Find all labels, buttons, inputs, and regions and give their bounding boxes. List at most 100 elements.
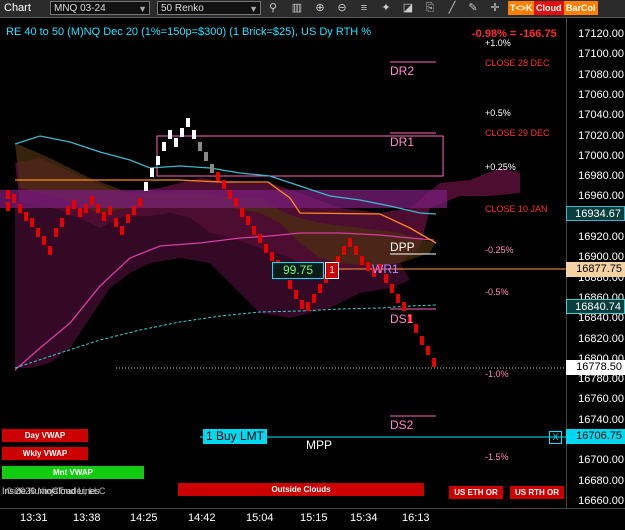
dpp-label: DPP (390, 240, 415, 254)
measure-value-box[interactable]: 99.75 (272, 262, 324, 279)
renko-brick (186, 118, 190, 127)
renko-brick (78, 208, 82, 217)
renko-brick (264, 244, 268, 253)
strategies-icon[interactable]: ✦ (379, 1, 393, 15)
draw-icon[interactable]: ✎ (466, 1, 480, 15)
pin-icon[interactable]: ╱ (445, 1, 459, 15)
renko-brick (198, 142, 202, 151)
buy-limit-order-tag[interactable]: 1 Buy LMT (203, 429, 267, 444)
buy-limit-order-label: 1 Buy LMT (205, 429, 265, 443)
renko-brick (126, 214, 130, 223)
renko-brick (306, 302, 310, 311)
close-10-jan: CLOSE 10 JAN (485, 204, 548, 214)
renko-brick (204, 152, 208, 161)
renko-brick (414, 324, 418, 333)
renko-brick (138, 198, 142, 207)
renko-brick (348, 238, 352, 247)
instrument-selector[interactable]: MNQ 03-24 ▼ (50, 1, 150, 15)
y-tick-label: 16700.00 (578, 454, 624, 467)
chart-panel[interactable]: RE 40 to 50 (M)NQ Dec 20 (1%=150p=$300) … (0, 18, 566, 508)
order-price: 16706.75 (576, 430, 622, 442)
crosshair-icon[interactable]: ✛ (488, 1, 502, 15)
renko-brick (240, 208, 244, 217)
y-tick-label: 16960.00 (578, 190, 624, 203)
mpp-label: MPP (306, 438, 333, 452)
pct-plus-05: +0.5% (485, 108, 511, 118)
day-vwap-button[interactable]: Day VWAP (2, 429, 88, 442)
tk-button[interactable]: T<>K (508, 1, 535, 15)
renko-brick (300, 300, 304, 309)
renko-brick (396, 294, 400, 303)
renko-brick (228, 190, 232, 199)
renko-brick (402, 302, 406, 311)
renko-brick (294, 290, 298, 299)
close-28-dec: CLOSE 28 DEC (485, 58, 550, 68)
chart-header: RE 40 to 50 (M)NQ Dec 20 (1%=150p=$300) … (6, 26, 372, 38)
y-tick-label: 16660.00 (578, 494, 624, 507)
zoom-in-icon[interactable]: ⊕ (313, 1, 327, 15)
renko-brick (66, 206, 70, 215)
renko-brick (54, 228, 58, 237)
ds1-label: DS1 (390, 312, 414, 326)
us-rth-or-button[interactable]: US RTH OR (510, 486, 564, 499)
wr1-label: WR1 (372, 262, 399, 276)
renko-brick (426, 346, 430, 355)
y-tick-label: 16760.00 (578, 393, 624, 406)
us-eth-or-button[interactable]: US ETH OR (449, 486, 503, 499)
renko-brick (132, 206, 136, 215)
x-tick-label: 16:13 (402, 512, 430, 524)
draw-tools-icon[interactable]: ◪ (401, 1, 415, 15)
y-tick-label: 17020.00 (578, 129, 624, 142)
y-tick-label: 16980.00 (578, 170, 624, 183)
renko-brick (24, 212, 28, 221)
order-price-tag: 16706.75 (566, 429, 625, 444)
outside-clouds-label: Outside Clouds (271, 485, 331, 494)
magnifier-icon[interactable]: ⚲ (266, 1, 280, 15)
renko-brick (420, 336, 424, 345)
renko-brick (72, 200, 76, 209)
renko-brick (246, 216, 250, 225)
renko-brick (30, 218, 34, 227)
renko-brick (342, 246, 346, 255)
renko-brick (102, 212, 106, 221)
y-tick-label: 17000.00 (578, 149, 624, 162)
x-tick-label: 14:42 (188, 512, 216, 524)
magenta-band (0, 190, 447, 208)
x-tick-label: 13:38 (73, 512, 101, 524)
renko-brick (156, 156, 160, 165)
y-tick-label: 17080.00 (578, 68, 624, 81)
barcol-button[interactable]: BarCol (564, 1, 598, 15)
bar-type-icon[interactable]: ▥ (290, 1, 304, 15)
renko-brick (216, 172, 220, 181)
attach-icon[interactable]: ⎘ (423, 1, 437, 15)
y-tick-label: 16680.00 (578, 474, 624, 487)
measure-value: 99.75 (282, 263, 314, 277)
measure-count: 1 (329, 265, 335, 276)
measure-count-box[interactable]: 1 (325, 262, 339, 279)
cancel-order-glyph: X (552, 432, 559, 442)
renko-brick (96, 204, 100, 213)
dr2-label: DR2 (390, 64, 415, 78)
mnt-vwap-label: Mnt VWAP (53, 468, 93, 477)
properties-icon[interactable]: ≡ (357, 1, 371, 15)
zoom-out-icon[interactable]: ⊖ (335, 1, 349, 15)
bar-type-selector[interactable]: 50 Renko ▼ (157, 1, 261, 15)
day-vwap-label: Day VWAP (24, 431, 66, 440)
renko-brick (390, 284, 394, 293)
x-tick-label: 13:31 (20, 512, 48, 524)
orange-line-price: 16877.75 (576, 263, 622, 275)
renko-brick (162, 142, 166, 151)
cancel-order-icon[interactable]: X (549, 431, 562, 444)
renko-brick (252, 226, 256, 235)
ds2-label: DS2 (390, 418, 414, 432)
renko-brick (312, 294, 316, 303)
pct-minus-025: -0.25% (485, 245, 514, 255)
mnt-vwap-button[interactable]: Mnt VWAP (2, 466, 144, 479)
renko-brick (258, 234, 262, 243)
renko-brick (360, 256, 364, 265)
outside-clouds-button[interactable]: Outside Clouds (178, 483, 424, 496)
renko-brick (180, 128, 184, 137)
cloud-button[interactable]: Cloud (534, 1, 564, 15)
wkly-vwap-button[interactable]: Wkly VWAP (2, 447, 88, 460)
renko-brick (234, 198, 238, 207)
